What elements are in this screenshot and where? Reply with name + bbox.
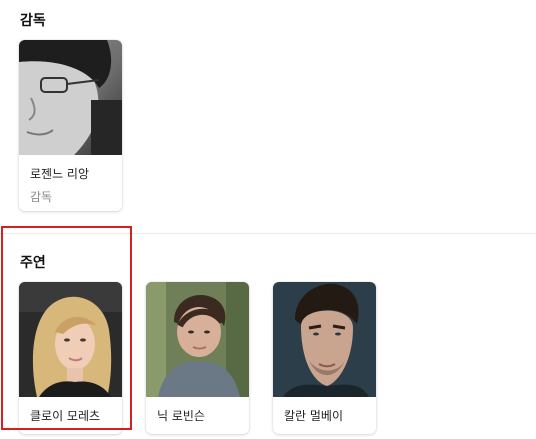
people-panel: 감독 로젠느 리앙 감독 주연 클로이 모레츠 닉 로빈슨 칼란 멀베이 xyxy=(0,0,536,439)
cast-photo-1 xyxy=(19,282,122,397)
cast-section-title: 주연 xyxy=(20,255,46,271)
cast-card-3[interactable]: 칼란 멀베이 xyxy=(273,282,376,434)
director-role: 감독 xyxy=(30,190,53,204)
director-photo xyxy=(19,40,122,155)
director-section-title: 감독 xyxy=(20,13,46,29)
actor-portrait-image xyxy=(146,282,249,397)
director-card[interactable]: 로젠느 리앙 감독 xyxy=(19,40,122,211)
actor-portrait-image xyxy=(273,282,376,397)
section-divider xyxy=(0,233,536,234)
cast-photo-2 xyxy=(146,282,249,397)
cast-card-2[interactable]: 닉 로빈슨 xyxy=(146,282,249,434)
director-portrait-image xyxy=(19,40,122,155)
cast-name-1: 클로이 모레츠 xyxy=(30,409,101,423)
cast-card-1[interactable]: 클로이 모레츠 xyxy=(19,282,122,434)
cast-photo-3 xyxy=(273,282,376,397)
cast-name-2: 닉 로빈슨 xyxy=(157,409,205,423)
director-name: 로젠느 리앙 xyxy=(30,167,90,181)
actor-portrait-image xyxy=(19,282,122,397)
cast-name-3: 칼란 멀베이 xyxy=(284,409,344,423)
